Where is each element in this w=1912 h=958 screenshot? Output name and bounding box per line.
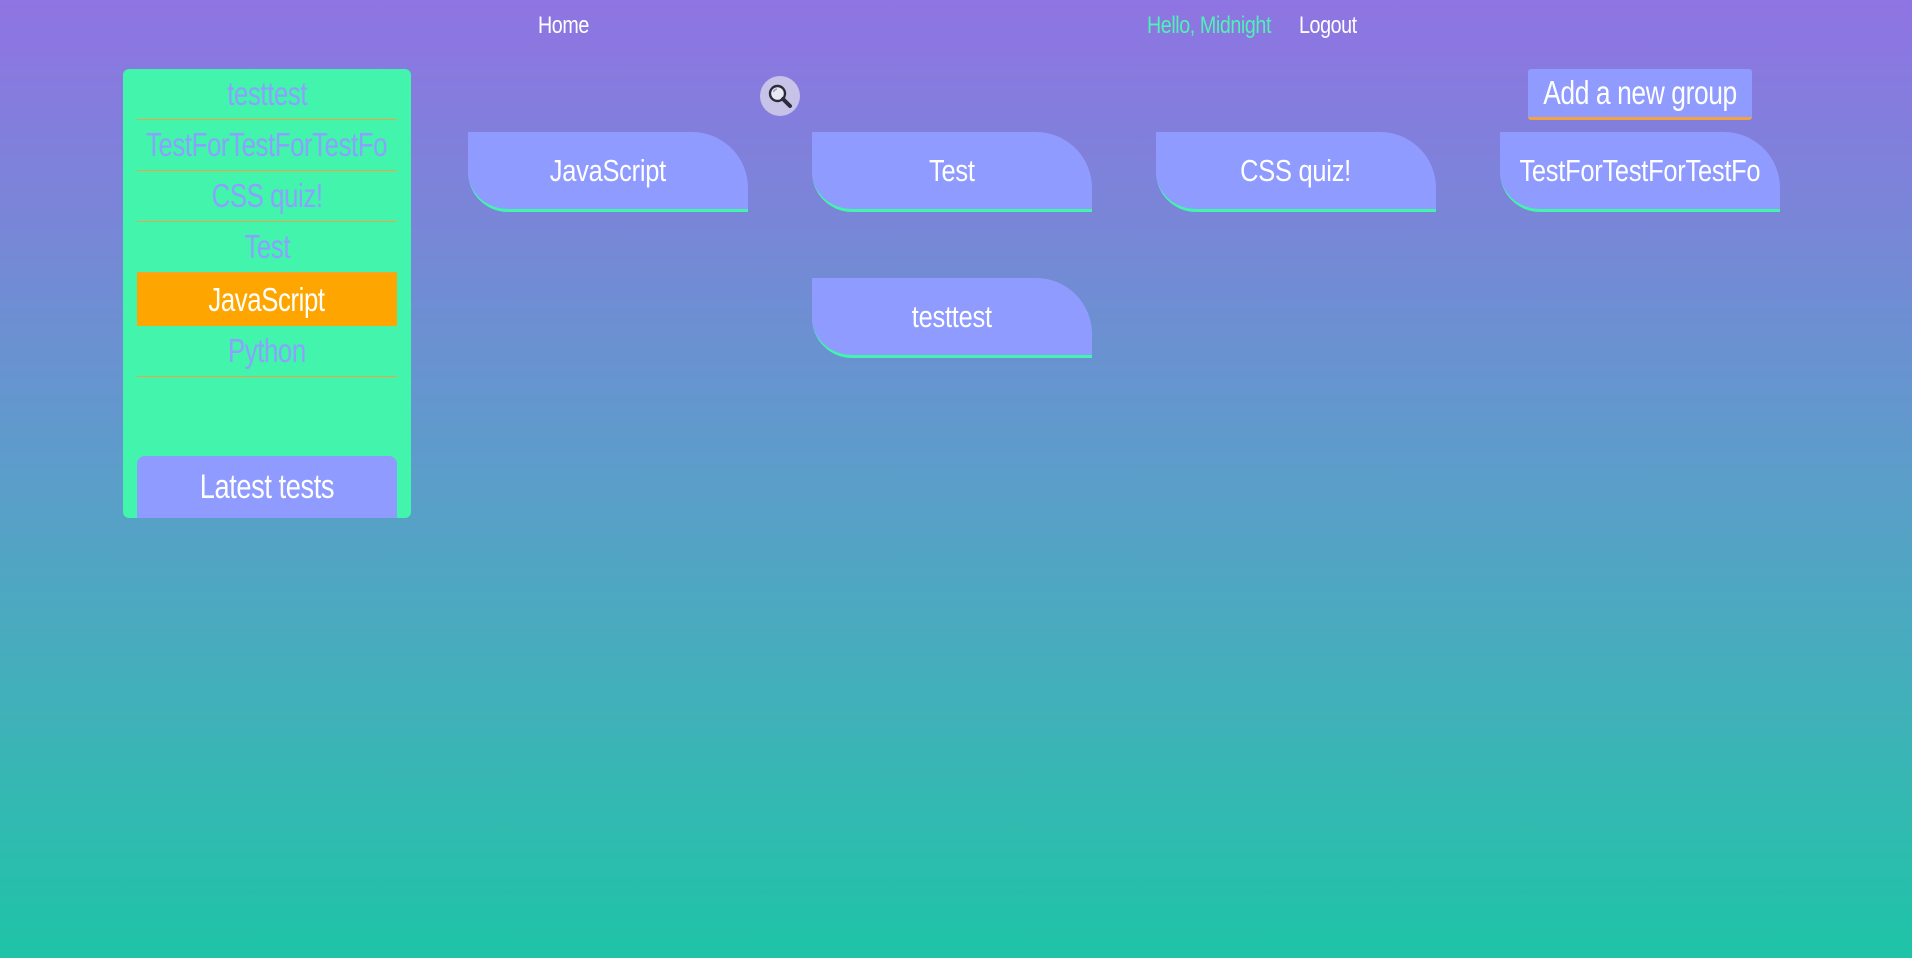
sidebar-item-css-quiz[interactable]: CSS quiz! [137,171,397,222]
group-card-css-quiz[interactable]: CSS quiz! [1156,132,1436,212]
sidebar-item-testtest[interactable]: testtest [137,69,397,120]
group-card-label: testtest [911,298,992,334]
group-card-javascript[interactable]: JavaScript [468,132,748,212]
add-group-label: Add a new group [1543,74,1737,111]
group-card-testtest[interactable]: testtest [812,278,1092,358]
sidebar-item-test[interactable]: Test [137,222,397,273]
sidebar-item-javascript[interactable]: JavaScript [137,273,397,326]
sidebar-item-label: Test [244,228,290,265]
sidebar-item-label: JavaScript [208,280,326,318]
sidebar-item-label: testtest [227,75,307,112]
sidebar-item-label: CSS quiz! [211,177,323,214]
group-card-label: CSS quiz! [1240,152,1352,188]
sidebar-item-label: TestForTestForTestFo [146,126,388,163]
sidebar-item-python[interactable]: Python [137,326,397,377]
group-card-label: Test [929,152,975,188]
sidebar-item-label: Python [228,332,306,369]
group-card-label: JavaScript [549,152,667,188]
sidebar: testtest TestForTestForTestFo CSS quiz! … [123,69,411,518]
group-card-test[interactable]: Test [812,132,1092,212]
group-card-testfortestfortestfo[interactable]: TestForTestForTestFo [1500,132,1780,212]
add-group-button[interactable]: Add a new group [1528,69,1752,120]
latest-tests-button[interactable]: Latest tests [137,456,397,518]
group-card-label: TestForTestForTestFo [1519,152,1761,188]
sidebar-group-list: testtest TestForTestForTestFo CSS quiz! … [137,69,397,377]
sidebar-item-testfortestfortestfo[interactable]: TestForTestForTestFo [137,120,397,171]
search-button[interactable] [760,76,800,116]
magnifier-icon [768,84,792,108]
home-link[interactable]: Home [538,10,589,42]
latest-tests-label: Latest tests [199,467,335,506]
logout-link[interactable]: Logout [1299,10,1357,42]
user-greeting: Hello, Midnight [1147,12,1272,39]
